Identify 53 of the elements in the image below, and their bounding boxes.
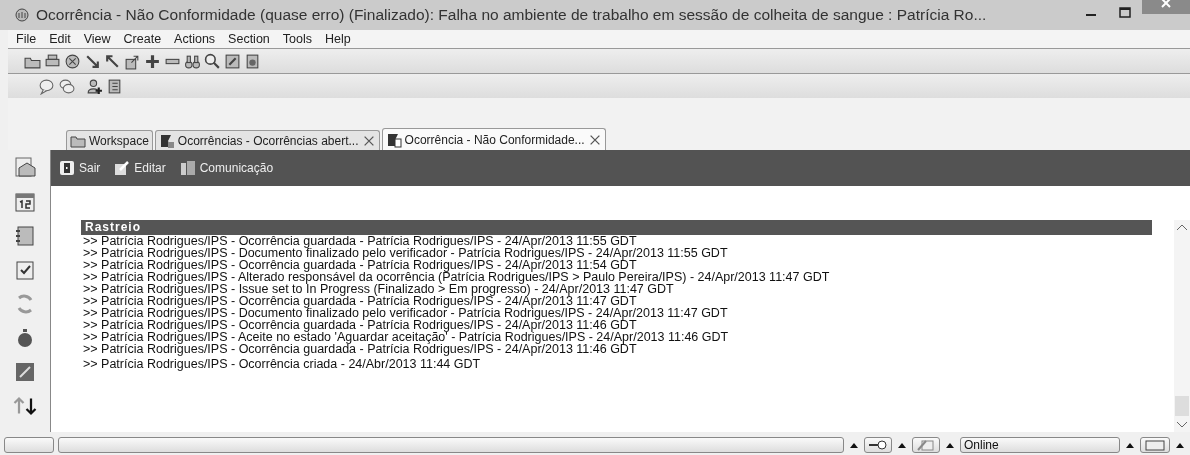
- menu-item[interactable]: Section: [228, 29, 270, 49]
- tab[interactable]: Ocorrências - Ocorrências abert...: [154, 130, 380, 150]
- notebook-icon[interactable]: [106, 77, 123, 95]
- doc-tab-icon: [385, 131, 402, 148]
- search-icon[interactable]: [204, 52, 221, 70]
- menu-item[interactable]: Tools: [282, 29, 312, 49]
- sort-arrows-icon[interactable]: [13, 394, 37, 418]
- status-button[interactable]: [864, 437, 892, 453]
- log-entry: >> Patrícia Rodrigues/IPS - Ocorrência guardada - Patrícia Rodrigues/IPS - 24/Apr/2013 11:54 GDT: [82, 259, 637, 271]
- log-entry: >> Patrícia Rodrigues/IPS - Ocorrência guardada - Patrícia Rodrigues/IPS - 24/Apr/2013 11:47 GDT: [82, 295, 638, 307]
- address-book-icon[interactable]: [13, 224, 37, 248]
- menu-item[interactable]: Actions: [174, 29, 216, 49]
- keyboard-icon: [1144, 439, 1166, 451]
- app-logo-icon: [14, 7, 30, 23]
- menu-item[interactable]: File: [16, 29, 37, 49]
- speech-bubble-icon[interactable]: [38, 77, 55, 95]
- tab[interactable]: Ocorrência - Não Conformidade...: [381, 128, 606, 150]
- log-entry: >> Patrícia Rodrigues/IPS - Ocorrência guardada - Patrícia Rodrigues/IPS - 24/Apr/2013 11:46 GDT: [82, 319, 637, 331]
- pen-document-icon: [916, 439, 936, 451]
- scrollbar[interactable]: [1174, 220, 1190, 432]
- section-header: Rastreio: [81, 220, 1152, 235]
- log-entry: >> Patrícia Rodrigues/IPS - Ocorrência guardada - Patrícia Rodrigues/IPS - 24/Apr/2013 11:55 GDT: [82, 235, 638, 247]
- exit-icon: [59, 160, 75, 176]
- log-entry: >> Patrícia Rodrigues/IPS - Issue set to In Progress (Finalizado > Em progresso) - 24/Apr/2013 11:47 GDT: [82, 283, 674, 295]
- location-dropdown[interactable]: Online: [960, 437, 1120, 453]
- toolbar-button[interactable]: Editar: [114, 159, 166, 177]
- tab[interactable]: Workspace: [66, 130, 153, 150]
- toolbar-button[interactable]: Sair: [59, 159, 101, 177]
- checklist-icon[interactable]: [13, 258, 37, 282]
- add-user-icon[interactable]: [86, 77, 103, 95]
- minimize-icon: [1086, 14, 1096, 16]
- log-entry: >> Patrícia Rodrigues/IPS - Aceite no estado 'Aguardar aceitação' - Patrícia Rodrigues/IPS - 24/Apr/2013 11:46 GDT: [82, 331, 730, 343]
- log-entry: >> Patrícia Rodrigues/IPS - Ocorrência criada - 24/Abr/2013 11:44 GDT: [82, 358, 482, 370]
- menu-item[interactable]: Create: [123, 29, 162, 49]
- log-entry: >> Patrícia Rodrigues/IPS - Alterado responsável da ocorrência (Patrícia Rodrigues/IPS > Paulo Pereira/IPS) - 24/Apr/2013 11:47 GDT: [82, 271, 831, 283]
- cancel-icon[interactable]: [64, 52, 81, 70]
- menu-item[interactable]: Help: [325, 29, 351, 49]
- maximize-icon: [1117, 5, 1133, 21]
- window-title: Ocorrência - Não Conformidade (quase erro) (Finalizado): Falha no ambiente de trabalho em sessão de colheita de sangue : Patrícia Ro...: [36, 5, 987, 26]
- log-entry: >> Patrícia Rodrigues/IPS - Documento finalizado pelo verificador - Patrícia Rodrigues/IPS - 24/Apr/2013 11:55 GDT: [82, 247, 729, 259]
- calendar-icon[interactable]: [13, 190, 37, 214]
- edit-icon: [114, 160, 131, 176]
- log-entry: >> Patrícia Rodrigues/IPS - Ocorrência guardada - Patrícia Rodrigues/IPS - 24/Apr/2013 11:46 GDT: [82, 343, 637, 355]
- log-entry: >> Patrícia Rodrigues/IPS - Documento finalizado pelo verificador - Patrícia Rodrigues/IPS - 24/Apr/2013 11:47 GDT: [82, 307, 729, 319]
- menu-item[interactable]: Edit: [49, 29, 71, 49]
- menu-item[interactable]: View: [83, 29, 111, 49]
- arrow-icon[interactable]: [104, 52, 121, 70]
- view-tab-icon: [158, 132, 175, 149]
- status-field: [4, 437, 54, 453]
- toolbar-button[interactable]: Comunicação: [179, 159, 274, 177]
- chat-bubbles-icon[interactable]: [58, 77, 75, 95]
- scroll-thumb[interactable]: [1175, 396, 1189, 416]
- key-icon: [868, 439, 888, 451]
